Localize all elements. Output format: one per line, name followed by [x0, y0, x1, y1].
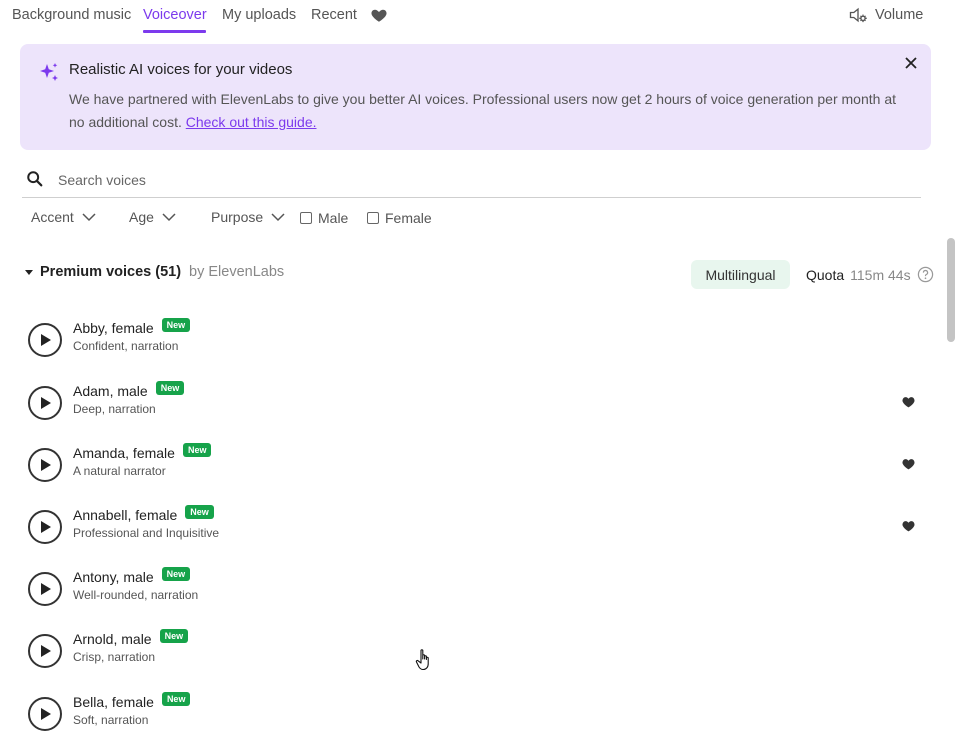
- voice-description: A natural narrator: [73, 464, 166, 478]
- voice-list-item[interactable]: Abby, female New Confident, narration: [28, 318, 918, 364]
- voice-description: Soft, narration: [73, 713, 149, 727]
- voice-description: Crisp, narration: [73, 650, 156, 664]
- voice-description: Deep, narration: [73, 402, 156, 416]
- section-provider: by ElevenLabs: [189, 264, 285, 280]
- banner-title: Realistic AI voices for your videos: [69, 61, 293, 78]
- voice-name-row: Abby, female New: [73, 318, 191, 336]
- voice-list-item[interactable]: Bella, female New Soft, narration: [28, 692, 918, 734]
- tab-my-uploads[interactable]: My uploads: [222, 7, 296, 23]
- new-badge: New: [161, 567, 191, 581]
- chevron-down-icon: [82, 213, 96, 222]
- multilingual-badge[interactable]: Multilingual: [691, 260, 790, 289]
- guide-link[interactable]: Check out this guide.: [186, 114, 317, 130]
- purpose-filter-label: Purpose: [211, 209, 264, 225]
- section-title: Premium voices (51): [40, 264, 182, 280]
- voice-name-row: Amanda, female New: [73, 443, 212, 461]
- tab-recent[interactable]: Recent: [311, 7, 357, 23]
- play-button[interactable]: [28, 323, 62, 357]
- play-button[interactable]: [28, 448, 62, 482]
- play-icon: [41, 583, 51, 595]
- volume-label: Volume: [875, 7, 924, 23]
- voice-name: Adam, male: [73, 383, 148, 399]
- tab-voiceover[interactable]: Voiceover: [143, 7, 207, 23]
- voice-name-row: Arnold, male New: [73, 629, 189, 647]
- play-icon: [41, 708, 51, 720]
- new-badge: New: [185, 505, 214, 519]
- new-badge: New: [161, 692, 191, 706]
- age-filter-label: Age: [129, 209, 154, 225]
- close-icon[interactable]: [903, 55, 919, 71]
- voice-name: Abby, female: [73, 320, 154, 336]
- play-button[interactable]: [28, 634, 62, 668]
- voice-name: Antony, male: [73, 569, 154, 585]
- purpose-filter[interactable]: Purpose: [211, 209, 285, 225]
- speaker-settings-icon: [849, 7, 867, 23]
- voice-name: Annabell, female: [73, 507, 178, 523]
- voice-name: Amanda, female: [73, 445, 175, 461]
- accent-filter-label: Accent: [31, 209, 74, 225]
- quota-value: 115m 44s: [850, 266, 911, 283]
- tab-bar: Background music Voiceover My uploads Re…: [0, 0, 971, 36]
- scrollbar-track[interactable]: [945, 0, 957, 734]
- caret-down-icon[interactable]: [24, 267, 34, 277]
- female-checkbox-box[interactable]: [367, 212, 379, 224]
- quota: Quota 115m 44s: [806, 266, 934, 283]
- new-badge: New: [159, 629, 189, 643]
- voice-name-row: Adam, male New: [73, 381, 185, 399]
- quota-label: Quota: [806, 266, 845, 283]
- chevron-down-icon: [271, 213, 285, 222]
- voice-description: Confident, narration: [73, 339, 179, 353]
- chevron-down-icon: [162, 213, 176, 222]
- voice-name: Arnold, male: [73, 631, 152, 647]
- voice-name-row: Annabell, female New: [73, 505, 214, 523]
- search-input[interactable]: [58, 168, 898, 192]
- play-button[interactable]: [28, 510, 62, 544]
- help-icon[interactable]: [917, 266, 934, 283]
- heart-icon[interactable]: [902, 458, 915, 470]
- active-tab-indicator: [143, 30, 206, 33]
- elevenlabs-banner: Realistic AI voices for your videos We h…: [20, 44, 931, 150]
- banner-text: We have partnered with ElevenLabs to giv…: [69, 88, 899, 134]
- new-badge: New: [182, 443, 212, 457]
- premium-voices-header[interactable]: Premium voices (51) by ElevenLabs: [24, 264, 284, 280]
- voice-list-item[interactable]: Arnold, male New Crisp, narration: [28, 629, 918, 675]
- play-icon: [41, 334, 51, 346]
- voice-list-item[interactable]: Antony, male New Well-rounded, narration: [28, 567, 918, 613]
- heart-icon[interactable]: [370, 6, 388, 24]
- heart-icon[interactable]: [902, 396, 915, 408]
- heart-icon[interactable]: [902, 520, 915, 532]
- voice-name-row: Bella, female New: [73, 692, 191, 710]
- age-filter[interactable]: Age: [129, 209, 176, 225]
- volume-button[interactable]: Volume: [848, 5, 923, 25]
- accent-filter[interactable]: Accent: [31, 209, 96, 225]
- play-button[interactable]: [28, 572, 62, 606]
- play-icon: [41, 459, 51, 471]
- search-bar: [22, 164, 921, 198]
- play-button[interactable]: [28, 386, 62, 420]
- play-button[interactable]: [28, 697, 62, 731]
- play-icon: [41, 397, 51, 409]
- voice-name-row: Antony, male New: [73, 567, 191, 585]
- voice-list-item[interactable]: Annabell, female New Professional and Inqu…: [28, 505, 918, 551]
- new-badge: New: [161, 318, 191, 332]
- male-checkbox-box[interactable]: [300, 212, 312, 224]
- scrollbar-thumb[interactable]: [947, 238, 955, 342]
- play-icon: [41, 645, 51, 657]
- voice-list-item[interactable]: Adam, male New Deep, narration: [28, 381, 918, 427]
- voice-description: Professional and Inquisitive: [73, 526, 220, 540]
- new-badge: New: [155, 381, 185, 395]
- male-checkbox[interactable]: Male: [300, 210, 348, 226]
- male-checkbox-label: Male: [318, 210, 349, 226]
- voice-name: Bella, female: [73, 694, 154, 710]
- female-checkbox[interactable]: Female: [367, 210, 432, 226]
- sparkles-icon: [40, 63, 58, 81]
- play-icon: [41, 521, 51, 533]
- voice-description: Well-rounded, narration: [73, 588, 199, 602]
- hand-cursor-icon: [415, 649, 429, 671]
- tab-background-music[interactable]: Background music: [12, 7, 131, 23]
- search-icon: [27, 171, 43, 187]
- female-checkbox-label: Female: [385, 210, 432, 226]
- voice-list-item[interactable]: Amanda, female New A natural narrator: [28, 443, 918, 489]
